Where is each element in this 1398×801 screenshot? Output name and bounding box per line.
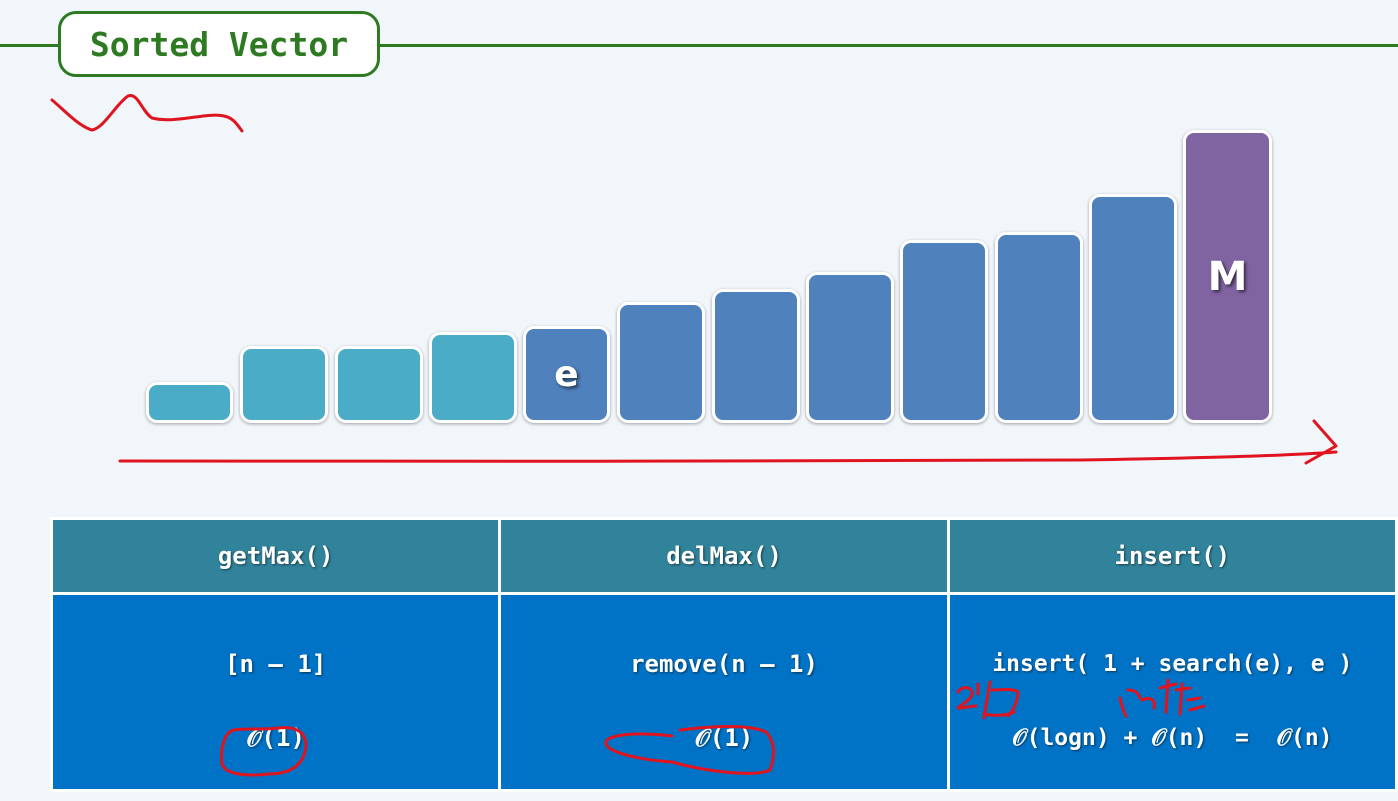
title-squiggle bbox=[50, 94, 244, 133]
bar-10 bbox=[995, 232, 1083, 423]
insert-expression: insert( 1 + search(e), e ) bbox=[992, 651, 1353, 677]
bar-7 bbox=[712, 289, 800, 423]
sort-direction-arrow bbox=[118, 450, 1338, 463]
sort-direction-arrowhead bbox=[1304, 419, 1338, 465]
header-delmax: delMax() bbox=[498, 517, 950, 595]
bar-8 bbox=[806, 272, 894, 423]
cell-getmax: [n – 1] 𝒪(1) bbox=[49, 592, 502, 792]
bar-2 bbox=[240, 346, 328, 423]
bar-9 bbox=[900, 240, 988, 423]
table-row: [n – 1] 𝒪(1) remove(n – 1) 𝒪(1) insert( … bbox=[49, 592, 1398, 792]
operations-table: getMax() delMax() insert() [n – 1] 𝒪(1) … bbox=[49, 517, 1398, 792]
cell-insert: insert( 1 + search(e), e ) 𝒪(logn) + 𝒪(n… bbox=[946, 592, 1398, 792]
cell-delmax: remove(n – 1) 𝒪(1) bbox=[498, 592, 950, 792]
bar-11 bbox=[1089, 194, 1177, 423]
bar-e-label: e bbox=[554, 354, 579, 395]
table-header-row: getMax() delMax() insert() bbox=[49, 517, 1398, 595]
delmax-expression: remove(n – 1) bbox=[630, 650, 818, 678]
bar-6 bbox=[617, 302, 705, 423]
getmax-expression: [n – 1] bbox=[225, 650, 327, 678]
bar-4 bbox=[429, 332, 517, 423]
getmax-complexity: 𝒪(1) bbox=[246, 724, 305, 752]
bar-e: e bbox=[523, 326, 610, 423]
bar-1 bbox=[146, 382, 233, 423]
slide-title: Sorted Vector bbox=[58, 11, 380, 77]
bar-max: M bbox=[1183, 130, 1272, 423]
delmax-complexity: 𝒪(1) bbox=[694, 724, 754, 752]
bar-3 bbox=[335, 346, 423, 423]
insert-complexity: 𝒪(logn) + 𝒪(n) = 𝒪(n) bbox=[1012, 725, 1333, 751]
header-insert: insert() bbox=[946, 517, 1398, 595]
header-getmax: getMax() bbox=[49, 517, 502, 595]
bar-max-label: M bbox=[1207, 253, 1248, 300]
